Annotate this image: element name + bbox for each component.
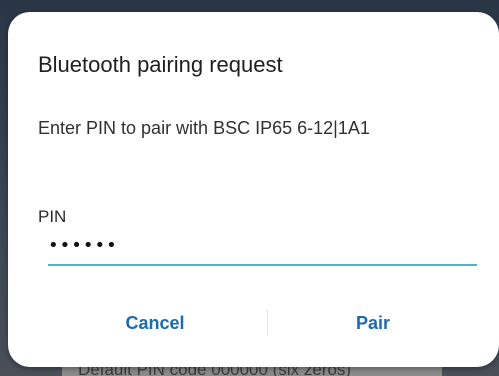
- bluetooth-pairing-dialog: Bluetooth pairing request Enter PIN to p…: [8, 12, 499, 367]
- cancel-button[interactable]: Cancel: [70, 302, 240, 344]
- dialog-actions: Cancel Pair: [8, 302, 499, 344]
- dialog-title: Bluetooth pairing request: [38, 52, 283, 77]
- pin-input[interactable]: [48, 230, 477, 266]
- pin-label: PIN: [38, 207, 67, 226]
- dialog-message: Enter PIN to pair with BSC IP65 6-12|1A1: [38, 118, 370, 138]
- button-divider: [267, 310, 268, 336]
- pair-button[interactable]: Pair: [288, 302, 458, 344]
